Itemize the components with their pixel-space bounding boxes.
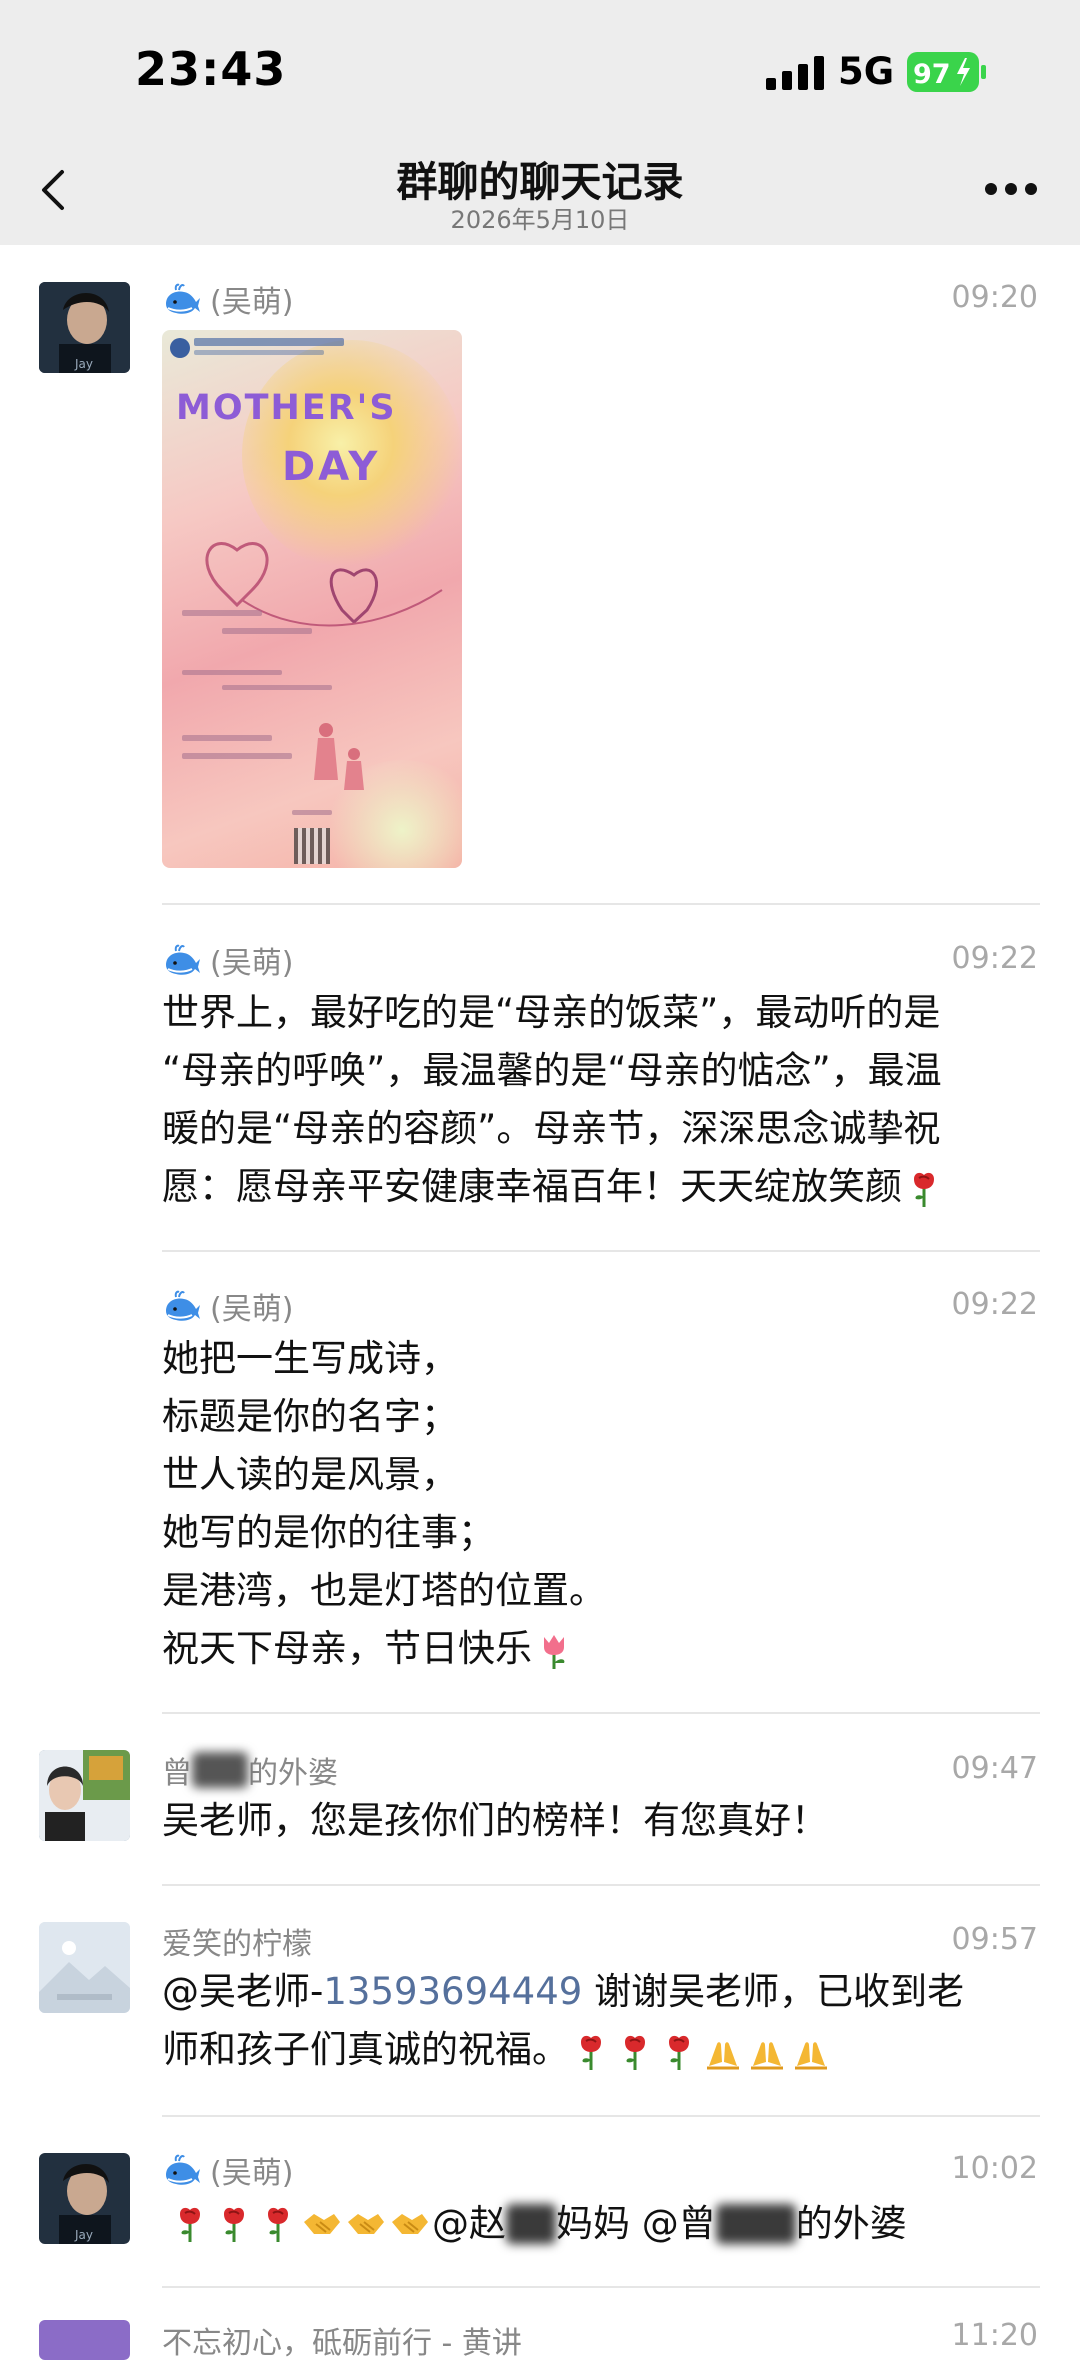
message-time: 09:22 [951, 941, 1038, 976]
rose-emoji-icon [623, 2033, 647, 2071]
rose-emoji-icon [579, 2033, 603, 2071]
mention[interactable]: @吴老师- [162, 1970, 323, 2013]
battery-icon: 97 [907, 52, 986, 92]
message-time: 10:02 [951, 2151, 1038, 2186]
phone-link[interactable]: 13593694449 [323, 1970, 582, 2013]
page-date: 2026年5月10日 [450, 206, 630, 234]
svg-text:Jay: Jay [74, 2228, 93, 2242]
message-time: 09:57 [951, 1922, 1038, 1957]
rose-emoji-icon [178, 2206, 202, 2244]
avatar[interactable]: Jay [39, 2153, 130, 2244]
message-text[interactable]: 世界上，最好吃的是“母亲的饭菜”，最动听的是 “母亲的呼唤”，最温馨的是“母亲的… [162, 984, 1042, 1216]
network-type: 5G [838, 50, 895, 93]
whale-icon [165, 944, 201, 976]
divider [162, 903, 1040, 905]
page-title: 群聊的聊天记录 [396, 158, 684, 206]
message-time: 09:20 [951, 280, 1038, 315]
status-time: 23:43 [135, 42, 287, 96]
poster-title-2: DAY [282, 444, 381, 490]
pray-emoji-icon [793, 2040, 829, 2069]
divider [162, 2286, 1040, 2288]
message-text[interactable]: 吴老师，您是孩你们的榜样！有您真好！ [162, 1792, 1042, 1850]
sender-name: (吴萌) [162, 1284, 293, 1328]
whale-icon [165, 2154, 201, 2186]
rose-emoji-icon [266, 2206, 290, 2244]
divider [162, 2115, 1040, 2117]
battery-level: 97 [913, 59, 951, 90]
sender-name: 不忘初心，砥砺前行 - 黄讲 [162, 2326, 522, 2361]
sender-name: (吴萌) [162, 277, 293, 321]
avatar[interactable] [39, 2320, 130, 2360]
divider [162, 1884, 1040, 1886]
sender-name: (吴萌) [162, 938, 293, 982]
message-time: 09:47 [951, 1751, 1038, 1786]
svg-text:Jay: Jay [74, 357, 93, 371]
message-time: 11:20 [951, 2318, 1038, 2353]
redacted-name [506, 2204, 556, 2244]
pray-emoji-icon [749, 2040, 785, 2069]
top-bar: 23:43 5G 97 群聊的聊天记录 2026年5月10日 [0, 0, 1080, 245]
poster-title-1: MOTHER'S [176, 388, 397, 428]
avatar[interactable] [39, 1750, 130, 1841]
whale-icon [165, 1290, 201, 1322]
avatar[interactable]: Jay [39, 282, 130, 373]
message-text[interactable]: 她把一生写成诗， 标题是你的名字； 世人读的是风景， 她写的是你的往事； 是港湾… [162, 1330, 1042, 1678]
sender-name: 爱笑的柠檬 [162, 1927, 312, 1962]
sender-name: (吴萌) [162, 2148, 293, 2192]
redacted-name [715, 2204, 796, 2244]
message-text[interactable]: @赵 妈妈 @曾 的外婆 [168, 2195, 1048, 2253]
handshake-emoji-icon [391, 2213, 429, 2235]
handshake-emoji-icon [303, 2213, 341, 2235]
divider [162, 1712, 1040, 1714]
redacted-name [192, 1752, 248, 1788]
sender-name: 曾的外婆 [162, 1748, 338, 1792]
rose-emoji-icon [222, 2206, 246, 2244]
more-button[interactable] [985, 183, 1037, 197]
mention[interactable]: @赵 [432, 2195, 506, 2253]
tulip-emoji-icon [544, 1634, 565, 1669]
signal-icon [766, 56, 824, 90]
divider [162, 1250, 1040, 1252]
rose-emoji-icon [912, 1170, 936, 1208]
message-time: 09:22 [951, 1287, 1038, 1322]
avatar[interactable] [39, 1922, 130, 2013]
handshake-emoji-icon [347, 2213, 385, 2235]
rose-emoji-icon [667, 2033, 691, 2071]
image-message[interactable]: MOTHER'S DAY [162, 330, 462, 868]
whale-icon [165, 283, 201, 315]
message-text[interactable]: @吴老师-13593694449 谢谢吴老师，已收到老 师和孩子们真诚的祝福。 [162, 1963, 1042, 2079]
pray-emoji-icon [705, 2040, 741, 2069]
